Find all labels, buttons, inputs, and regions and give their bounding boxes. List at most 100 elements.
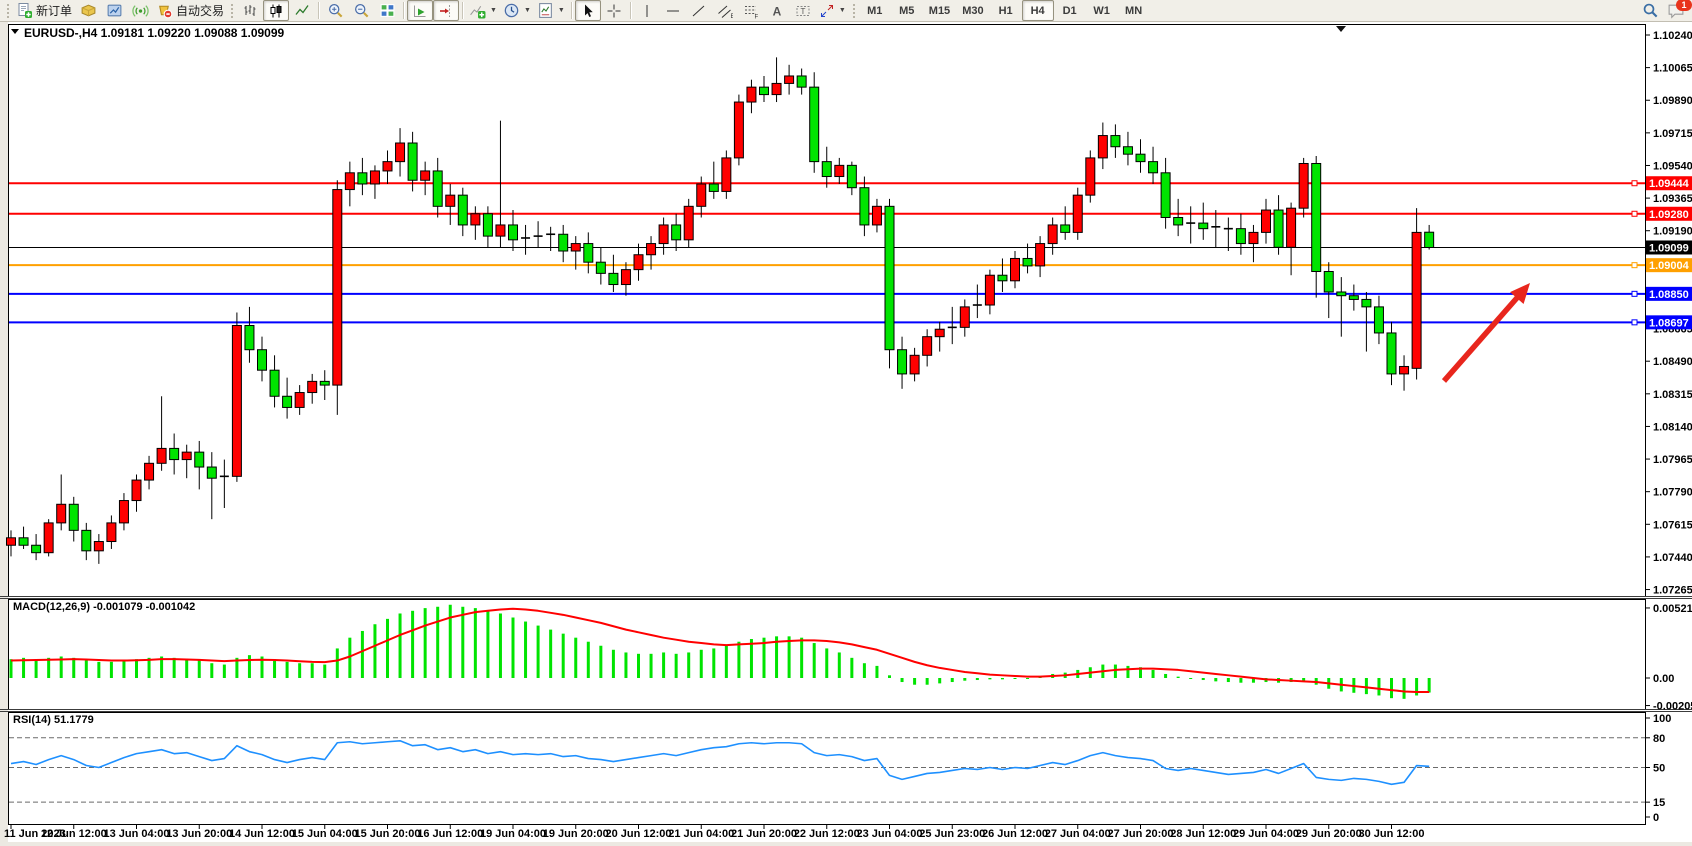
- time-axis-label: 19 Jun 04:00: [480, 828, 546, 840]
- toolbar-grip[interactable]: [230, 3, 234, 19]
- timeframe-W1[interactable]: W1: [1086, 0, 1118, 21]
- timeframe-H4[interactable]: H4: [1022, 0, 1054, 21]
- price-marker[interactable]: 1.09444: [1646, 176, 1692, 190]
- text-label-tool-button[interactable]: T: [790, 0, 816, 21]
- search-button[interactable]: [1637, 0, 1663, 21]
- timeframe-MN[interactable]: MN: [1118, 0, 1150, 21]
- timeframe-D1[interactable]: D1: [1054, 0, 1086, 21]
- timeframe-M30[interactable]: M30: [956, 0, 989, 21]
- zoom-in-button[interactable]: [322, 0, 348, 21]
- macd-histogram-bar: [1403, 678, 1406, 699]
- macd-histogram-bar: [562, 634, 565, 678]
- rsi-indicator-label: RSI(14) 51.1779: [13, 714, 94, 726]
- candle: [1312, 163, 1321, 271]
- bar-chart-mode-button[interactable]: [237, 0, 263, 21]
- toolbar-grip[interactable]: [852, 3, 856, 19]
- candle: [935, 329, 944, 336]
- price-marker[interactable]: 1.08850: [1646, 287, 1692, 301]
- macd-histogram-bar: [386, 619, 389, 678]
- time-axis-label: 27 Jun 20:00: [1107, 828, 1173, 840]
- crosshair-tool-button[interactable]: [601, 0, 627, 21]
- channel-tool-button[interactable]: E: [712, 0, 738, 21]
- candle: [1011, 258, 1020, 280]
- time-axis-label: 21 Jun 20:00: [731, 828, 797, 840]
- timeframe-M5[interactable]: M5: [891, 0, 923, 21]
- navigator-button[interactable]: [101, 0, 127, 21]
- auto-scroll-button[interactable]: [407, 0, 433, 21]
- line-chart-mode-button[interactable]: [289, 0, 315, 21]
- toolbar-grip[interactable]: [6, 3, 10, 19]
- timeframe-H1[interactable]: H1: [990, 0, 1022, 21]
- price-axis-tick-label: 1.07790: [1653, 487, 1692, 499]
- cursor-tool-button[interactable]: [575, 0, 601, 21]
- candle: [1262, 210, 1271, 232]
- line-handle[interactable]: [1632, 320, 1637, 325]
- toolbar-separator: [571, 2, 572, 19]
- line-handle[interactable]: [1632, 263, 1637, 268]
- auto-scroll-icon: [412, 3, 428, 19]
- main-price-panel[interactable]: [9, 25, 1646, 597]
- line-handle[interactable]: [1632, 291, 1637, 296]
- indicators-icon: [469, 2, 486, 19]
- macd-histogram-bar: [323, 665, 326, 678]
- candle: [408, 143, 417, 180]
- price-marker[interactable]: 1.09280: [1646, 207, 1692, 221]
- candle: [157, 448, 166, 463]
- time-axis-label: 23 Jun 04:00: [856, 828, 922, 840]
- macd-histogram-bar: [838, 652, 841, 678]
- rsi-panel[interactable]: [9, 713, 1646, 825]
- new-order-button[interactable]: 新订单: [13, 0, 75, 21]
- horizontal-line-tool-button[interactable]: [660, 0, 686, 21]
- macd-histogram-bar: [210, 663, 213, 678]
- chart-canvas[interactable]: 1.102401.100651.098901.097151.095401.093…: [0, 0, 1692, 846]
- template-icon: [537, 2, 554, 19]
- time-axis-label: 30 Jun 12:00: [1358, 828, 1424, 840]
- zoom-out-button[interactable]: [348, 0, 374, 21]
- macd-histogram-bar: [436, 607, 439, 678]
- cursor-icon: [580, 3, 596, 19]
- fibonacci-tool-button[interactable]: F: [738, 0, 764, 21]
- chat-button[interactable]: 1: [1663, 0, 1689, 21]
- tile-windows-button[interactable]: [374, 0, 400, 21]
- signal-icon: [132, 2, 149, 19]
- periods-button[interactable]: ▼: [500, 0, 534, 21]
- candle: [245, 326, 254, 350]
- macd-histogram-bar: [361, 631, 364, 678]
- candle: [559, 234, 568, 251]
- candle: [119, 501, 128, 523]
- signals-button[interactable]: [127, 0, 153, 21]
- candle: [1299, 163, 1308, 208]
- toolbar-separator: [318, 2, 319, 19]
- line-handle[interactable]: [1632, 181, 1637, 186]
- macd-histogram-bar: [373, 624, 376, 678]
- indicators-button[interactable]: ▼: [466, 0, 500, 21]
- candlestick-mode-button[interactable]: [263, 0, 289, 21]
- price-marker[interactable]: 1.09004: [1646, 258, 1692, 272]
- candle: [596, 262, 605, 273]
- vertical-line-tool-button[interactable]: [634, 0, 660, 21]
- timeframe-M15[interactable]: M15: [923, 0, 956, 21]
- candle: [1161, 173, 1170, 218]
- templates-button[interactable]: ▼: [534, 0, 568, 21]
- text-tool-button[interactable]: A: [764, 0, 790, 21]
- price-axis-tick-label: 1.10065: [1653, 63, 1692, 75]
- chart-shift-button[interactable]: [433, 0, 459, 21]
- arrows-tool-button[interactable]: ▼: [816, 0, 849, 21]
- candle: [647, 244, 656, 255]
- search-icon: [1642, 2, 1659, 19]
- price-marker[interactable]: 1.08697: [1646, 315, 1692, 329]
- macd-histogram-bar: [411, 611, 414, 678]
- timeframe-M1[interactable]: M1: [859, 0, 891, 21]
- candle: [207, 467, 216, 478]
- price-marker[interactable]: 1.09099: [1646, 240, 1692, 254]
- macd-histogram-bar: [1001, 678, 1004, 679]
- candle: [960, 307, 969, 327]
- trendline-tool-button[interactable]: [686, 0, 712, 21]
- candle: [258, 350, 267, 370]
- autotrade-button[interactable]: 自动交易: [153, 0, 227, 21]
- candle: [345, 173, 354, 190]
- candle: [145, 463, 154, 480]
- line-handle[interactable]: [1632, 211, 1637, 216]
- candle: [496, 225, 505, 236]
- market-watch-button[interactable]: [75, 0, 101, 21]
